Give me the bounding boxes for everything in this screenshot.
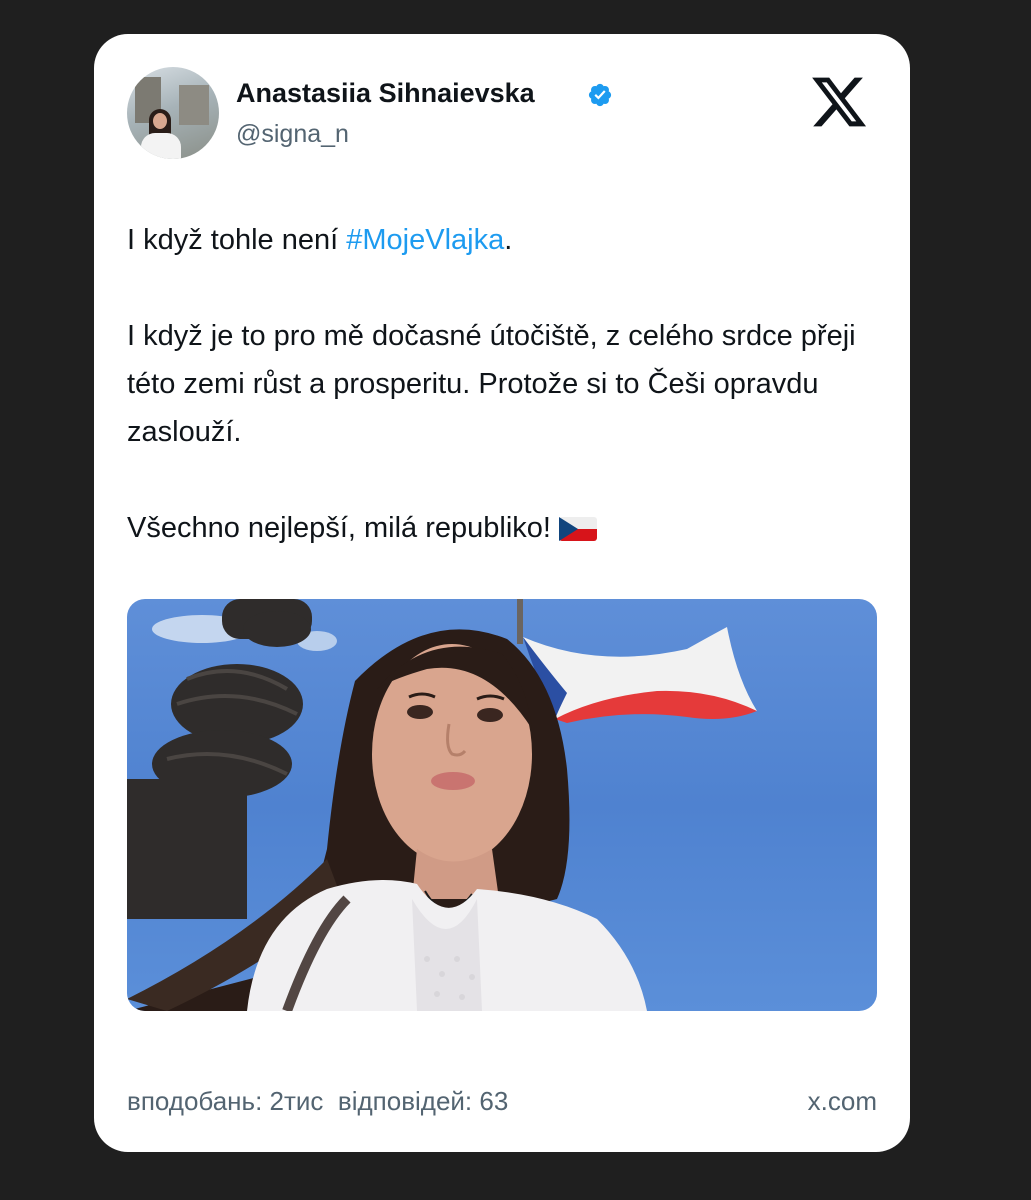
tweet-paragraph-2: I když je to pro mě dočasné útočiště, z …: [127, 320, 856, 448]
tweet-text: I když tohle není #MojeVlajka. I když je…: [127, 216, 887, 600]
replies-count[interactable]: 63: [479, 1086, 508, 1116]
likes-label: вподобань:: [127, 1086, 263, 1116]
replies-label: відповідей:: [337, 1086, 473, 1116]
czech-flag-emoji: [558, 517, 597, 541]
tweet-paragraph-1: I když tohle není #MojeVlajka.: [127, 216, 887, 264]
x-logo-icon[interactable]: [809, 72, 869, 132]
tweet-text-line3: Všechno nejlepší, milá republiko!: [127, 512, 551, 544]
likes-count[interactable]: 2тис: [270, 1086, 324, 1116]
tweet-text-line1: I když tohle není: [127, 224, 347, 256]
source-domain-link[interactable]: x.com: [808, 1086, 877, 1117]
author-handle[interactable]: @signa_n: [236, 120, 349, 149]
hashtag-link[interactable]: #MojeVlajka: [346, 224, 504, 256]
verified-badge-icon: [588, 83, 612, 107]
tweet-card: Anastasiia Sihnaievska @signa_n I když t…: [94, 34, 910, 1152]
tweet-photo[interactable]: [127, 599, 877, 1011]
avatar[interactable]: [127, 67, 219, 159]
tweet-paragraph-3: Všechno nejlepší, milá republiko!: [127, 504, 887, 552]
tweet-text-period: .: [504, 224, 513, 256]
tweet-stats: вподобань: 2тис відповідей: 63: [127, 1086, 508, 1117]
author-name[interactable]: Anastasiia Sihnaievska: [236, 78, 535, 109]
